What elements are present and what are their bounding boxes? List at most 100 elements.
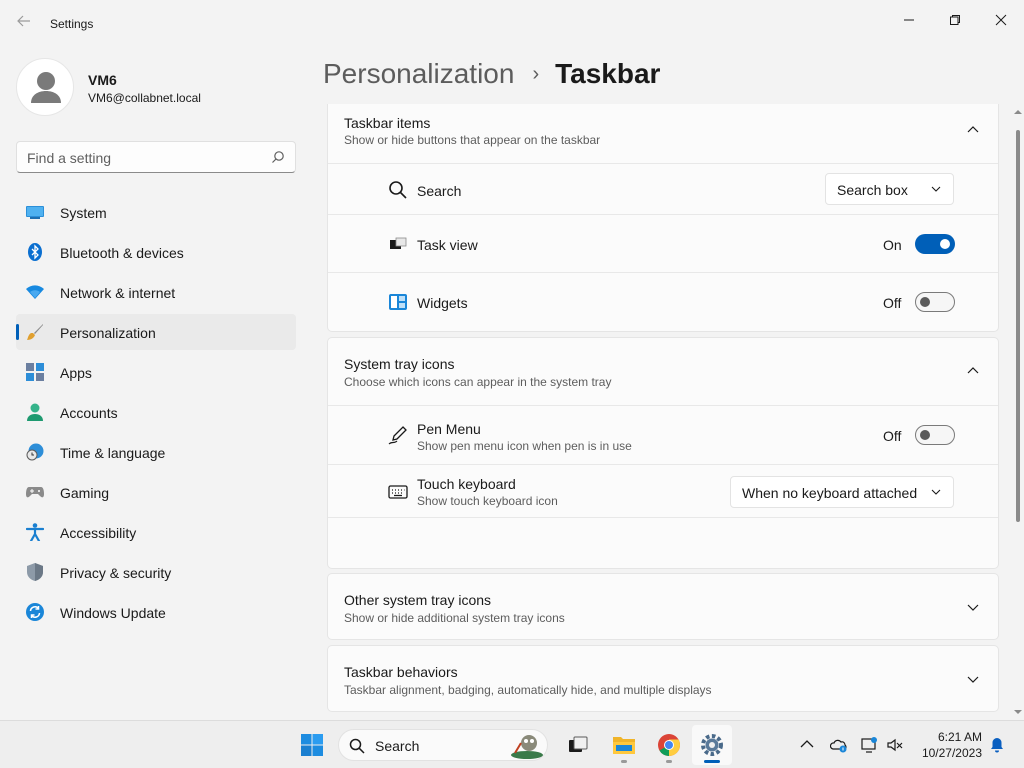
pen-icon	[388, 426, 407, 445]
taskbar-search[interactable]: Search	[338, 729, 548, 761]
settings-icon	[701, 734, 723, 756]
touch-keyboard-dropdown[interactable]: When no keyboard attached	[730, 476, 954, 508]
sidebar-item-accounts[interactable]: Accounts	[16, 394, 296, 430]
sidebar-item-label: Privacy & security	[60, 565, 172, 581]
section-description: Taskbar alignment, badging, automaticall…	[344, 683, 712, 697]
sidebar-item-apps[interactable]: Apps	[16, 354, 296, 390]
chevron-up-icon[interactable]	[966, 364, 980, 378]
section-title: Taskbar items	[344, 115, 431, 131]
taskbar-items-header[interactable]: Taskbar items Show or hide buttons that …	[328, 104, 998, 163]
monitor-icon	[26, 206, 44, 219]
sidebar-item-system[interactable]: System	[16, 194, 296, 230]
pen-menu-row: Pen Menu Show pen menu icon when pen is …	[328, 405, 998, 464]
chevron-down-icon[interactable]	[966, 600, 980, 614]
minimize-button[interactable]	[886, 4, 932, 36]
section-title: Other system tray icons	[344, 592, 492, 608]
section-title: Taskbar behaviors	[344, 664, 458, 680]
chrome-button[interactable]	[649, 725, 689, 765]
sidebar-item-label: Time & language	[60, 445, 166, 461]
person-avatar-icon	[31, 72, 61, 103]
other-tray-icons-section[interactable]: Other system tray icons Show or hide add…	[327, 573, 999, 640]
sidebar-item-personalization[interactable]: Personalization	[16, 314, 296, 350]
task-view-icon	[390, 237, 407, 249]
window-title: Settings	[50, 17, 94, 31]
scroll-down-icon[interactable]	[1014, 708, 1022, 716]
clock-date[interactable]: 10/27/2023	[912, 746, 982, 760]
sidebar-item-bluetooth[interactable]: Bluetooth & devices	[16, 234, 296, 270]
search-setting-row: Search Search box	[328, 163, 998, 214]
sidebar-item-label: Apps	[60, 365, 92, 381]
taskbar-search-placeholder: Search	[375, 738, 420, 754]
restore-icon	[950, 15, 960, 25]
section-description: Show or hide additional system tray icon…	[344, 611, 565, 625]
search-icon	[272, 151, 284, 163]
sidebar-item-network[interactable]: Network & internet	[16, 274, 296, 310]
dropdown-value: When no keyboard attached	[742, 485, 918, 501]
network-icon[interactable]	[860, 736, 878, 754]
chevron-up-icon[interactable]	[966, 123, 980, 137]
row-label: Task view	[417, 237, 478, 253]
notification-bell-icon[interactable]	[988, 736, 1006, 754]
row-sublabel: Show pen menu icon when pen is in use	[417, 439, 632, 453]
search-icon	[349, 738, 365, 754]
search-highlight-icon	[511, 735, 543, 759]
bluetooth-icon	[28, 243, 42, 261]
search-mode-dropdown[interactable]: Search box	[825, 173, 954, 205]
accessibility-icon	[26, 523, 44, 541]
search-input[interactable]: Find a setting	[16, 141, 296, 173]
user-email: VM6@collabnet.local	[88, 91, 201, 105]
sidebar-item-windows-update[interactable]: Windows Update	[16, 594, 296, 630]
minimize-icon	[904, 19, 914, 21]
scroll-up-icon[interactable]	[1014, 108, 1022, 116]
onedrive-icon[interactable]	[830, 736, 848, 754]
task-view-toggle[interactable]	[915, 234, 955, 254]
avatar[interactable]	[16, 58, 74, 116]
start-button[interactable]	[292, 725, 332, 765]
sidebar-item-label: Accounts	[60, 405, 118, 421]
section-description: Show or hide buttons that appear on the …	[344, 133, 601, 147]
chevron-up-icon[interactable]	[798, 736, 816, 754]
close-icon	[995, 14, 1007, 26]
person-icon	[27, 403, 43, 421]
toggle-state-label: Off	[883, 295, 902, 311]
volume-muted-icon[interactable]	[886, 736, 904, 754]
sidebar-item-time-language[interactable]: Time & language	[16, 434, 296, 470]
pen-menu-toggle[interactable]	[915, 425, 955, 445]
chevron-down-icon[interactable]	[966, 672, 980, 686]
system-tray-header[interactable]: System tray icons Choose which icons can…	[328, 338, 998, 405]
user-name: VM6	[88, 72, 117, 88]
taskbar-items-section: Taskbar items Show or hide buttons that …	[327, 104, 999, 332]
sidebar-item-label: Gaming	[60, 485, 110, 501]
wifi-icon	[26, 285, 44, 299]
widgets-toggle[interactable]	[915, 292, 955, 312]
task-view-button[interactable]	[558, 725, 598, 765]
gamepad-icon	[26, 487, 44, 498]
settings-button[interactable]	[692, 725, 732, 765]
sidebar-item-label: Windows Update	[60, 605, 166, 621]
row-label: Touch keyboard	[417, 476, 516, 492]
scroll-thumb[interactable]	[1016, 130, 1020, 522]
breadcrumb: Personalization › Taskbar	[323, 58, 660, 90]
breadcrumb-parent[interactable]: Personalization	[323, 58, 514, 90]
sidebar-item-privacy-security[interactable]: Privacy & security	[16, 554, 296, 590]
row-label: Search	[417, 183, 462, 199]
widgets-row: Widgets Off	[328, 272, 998, 332]
scrollbar[interactable]	[1012, 104, 1024, 720]
restore-button[interactable]	[932, 4, 978, 36]
search-icon	[389, 181, 407, 199]
taskbar-behaviors-section[interactable]: Taskbar behaviors Taskbar alignment, bad…	[327, 645, 999, 712]
start-icon	[301, 734, 323, 756]
back-arrow-icon[interactable]	[14, 14, 34, 34]
clock-time[interactable]: 6:21 AM	[912, 730, 982, 744]
paintbrush-icon	[27, 324, 43, 340]
file-explorer-button[interactable]	[604, 725, 644, 765]
sidebar-item-label: Personalization	[60, 325, 156, 341]
task-view-icon	[569, 736, 588, 752]
row-label: Pen Menu	[417, 421, 481, 437]
sidebar-item-gaming[interactable]: Gaming	[16, 474, 296, 510]
sidebar-item-accessibility[interactable]: Accessibility	[16, 514, 296, 550]
widgets-icon	[389, 294, 407, 310]
close-button[interactable]	[978, 4, 1024, 36]
breadcrumb-separator: ›	[532, 62, 540, 85]
dropdown-value: Search box	[837, 182, 908, 198]
